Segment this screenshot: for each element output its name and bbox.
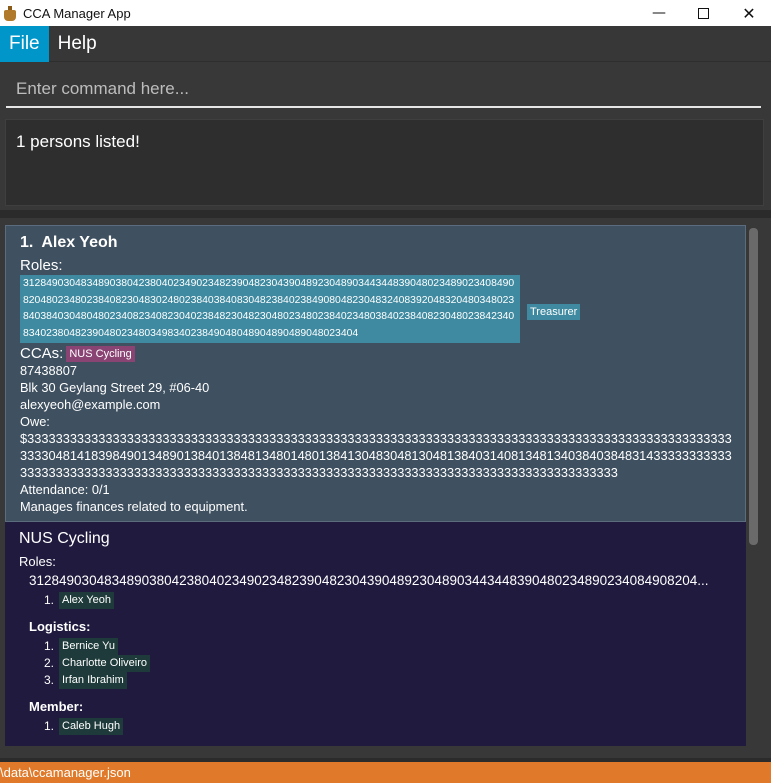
cca-role-heading: Logistics:: [29, 619, 91, 634]
menu-bar: File Help: [0, 26, 771, 62]
scrollbar[interactable]: [749, 228, 758, 545]
person-name: Alex Yeoh: [41, 234, 118, 251]
status-bar: \data\ccamanager.json: [0, 762, 771, 783]
person-remark: Manages finances related to equipment.: [20, 499, 248, 514]
list-item: 1. Bernice Yu: [39, 638, 732, 655]
list-item: 1. Alex Yeoh: [39, 592, 732, 609]
role-tag: 3128490304834890380423804023490234823904…: [20, 275, 520, 343]
member-tag: Bernice Yu: [59, 638, 119, 655]
member-number: 2.: [43, 656, 54, 670]
menu-help[interactable]: Help: [49, 26, 106, 62]
status-file-path: \data\ccamanager.json: [0, 765, 131, 780]
person-attendance: Attendance: 0/1: [20, 482, 110, 497]
list-item: 3. Irfan Ibrahim: [39, 672, 732, 689]
result-box[interactable]: 1 persons listed!: [5, 119, 764, 206]
ccas-row: CCAs: NUS Cycling: [20, 345, 731, 362]
cca-role-heading: 3128490304834890380423804023490234823904…: [29, 573, 709, 588]
member-number: 3.: [43, 673, 54, 687]
result-display: 1 persons listed!: [0, 114, 771, 214]
command-input[interactable]: [6, 72, 761, 108]
member-tag: Irfan Ibrahim: [59, 672, 127, 689]
cca-card[interactable]: NUS Cycling Roles: 312849030483489038042…: [5, 522, 746, 746]
maximize-icon: [697, 7, 709, 19]
person-name-row: 1. Alex Yeoh: [20, 234, 731, 252]
member-list: 1. Caleb Hugh: [39, 718, 732, 735]
cca-roles-label: Roles:: [19, 554, 56, 569]
close-icon: ✕: [742, 3, 756, 23]
list-panel[interactable]: 1. Alex Yeoh Roles: 312849030483489038042…: [0, 218, 771, 758]
ccas-label: CCAs:: [20, 345, 64, 362]
list-item: 1. Caleb Hugh: [39, 718, 732, 735]
member-number: 1.: [43, 639, 54, 653]
member-number: 1.: [43, 719, 54, 733]
app-icon: [3, 5, 17, 21]
minimize-button[interactable]: —: [636, 0, 682, 26]
minimize-icon: —: [652, 5, 666, 21]
cca-name: NUS Cycling: [19, 530, 110, 547]
title-bar: CCA Manager App — ✕: [0, 0, 771, 26]
list-item: 2. Charlotte Oliveiro: [39, 655, 732, 672]
owe-label: Owe:: [20, 414, 50, 429]
maximize-button[interactable]: [680, 0, 726, 26]
close-button[interactable]: ✕: [726, 0, 771, 26]
role-tag: Treasurer: [527, 304, 581, 320]
member-number: 1.: [43, 593, 54, 607]
menu-file[interactable]: File: [0, 26, 49, 62]
roles-label: Roles:: [20, 257, 63, 274]
window-title: CCA Manager App: [23, 5, 131, 21]
cca-role-heading: Member:: [29, 699, 84, 714]
member-tag: Caleb Hugh: [59, 718, 124, 735]
person-index: 1.: [20, 234, 34, 251]
person-card[interactable]: 1. Alex Yeoh Roles: 312849030483489038042…: [5, 225, 746, 522]
person-address: Blk 30 Geylang Street 29, #06-40: [20, 380, 210, 395]
result-message: 1 persons listed!: [16, 132, 140, 151]
person-email: alexyeoh@example.com: [20, 397, 161, 412]
person-phone: 87438807: [20, 363, 77, 378]
member-tag: Alex Yeoh: [59, 592, 114, 609]
owe-value: $333333333333333333333333333333333333333…: [20, 431, 732, 480]
member-tag: Charlotte Oliveiro: [59, 655, 150, 672]
cca-tag: NUS Cycling: [66, 345, 135, 362]
command-box: [0, 62, 771, 114]
member-list: 1. Alex Yeoh: [39, 592, 732, 609]
member-list: 1. Bernice Yu 2. Charlotte Oliveiro 3. Irfa…: [39, 638, 732, 689]
roles-row: 3128490304834890380423804023490234823904…: [20, 275, 731, 343]
